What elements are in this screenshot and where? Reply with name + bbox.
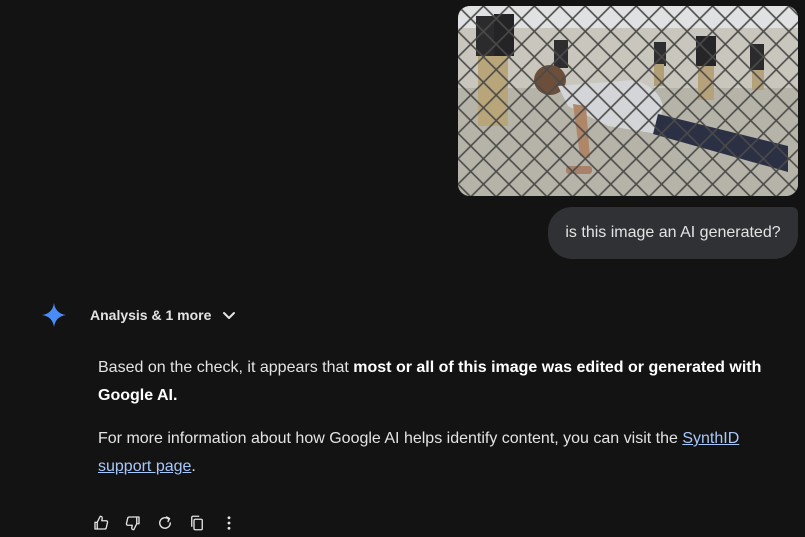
response-header: Analysis & 1 more bbox=[40, 300, 237, 330]
regenerate-icon[interactable] bbox=[152, 511, 178, 535]
copy-icon[interactable] bbox=[184, 511, 210, 535]
more-options-icon[interactable] bbox=[216, 511, 242, 535]
paragraph-2-suffix: . bbox=[191, 458, 196, 475]
uploaded-image[interactable] bbox=[458, 6, 798, 196]
tools-used-label[interactable]: Analysis & 1 more bbox=[90, 307, 211, 323]
response-body: Based on the check, it appears that most… bbox=[98, 354, 788, 496]
user-message-bubble: is this image an AI generated? bbox=[548, 207, 798, 259]
thumbs-down-icon[interactable] bbox=[120, 511, 146, 535]
thumbs-up-icon[interactable] bbox=[88, 511, 114, 535]
response-paragraph-1: Based on the check, it appears that most… bbox=[98, 354, 788, 410]
paragraph-1-text: Based on the check, it appears that bbox=[98, 359, 354, 376]
gemini-spark-icon bbox=[40, 301, 68, 329]
response-actions bbox=[88, 511, 242, 535]
paragraph-2-text: For more information about how Google AI… bbox=[98, 430, 683, 447]
chevron-down-icon[interactable] bbox=[221, 307, 237, 323]
response-paragraph-2: For more information about how Google AI… bbox=[98, 425, 788, 481]
